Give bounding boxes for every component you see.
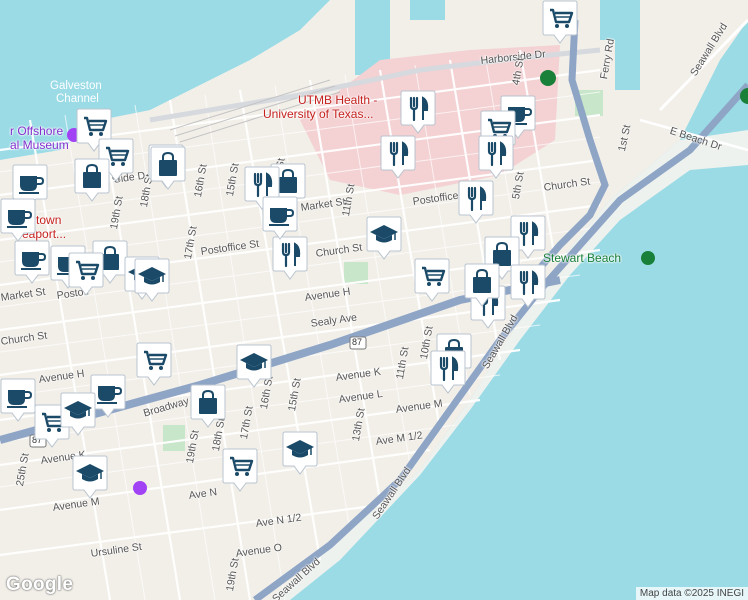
shopping-bag-pin[interactable]: [74, 158, 110, 202]
school-pin[interactable]: [366, 216, 402, 260]
restaurant-pin[interactable]: [478, 135, 514, 179]
coffee-pin[interactable]: [14, 240, 50, 284]
shopping-cart-pin[interactable]: [542, 0, 578, 44]
map-attribution[interactable]: Map data ©2025 INEGI: [635, 587, 748, 600]
school-pin[interactable]: [72, 455, 108, 499]
coffee-pin[interactable]: [0, 378, 36, 422]
restaurant-pin[interactable]: [400, 90, 436, 134]
harbor-slip-2: [410, 0, 445, 20]
park-marker-north: [540, 70, 556, 86]
school-pin[interactable]: [282, 431, 318, 475]
restaurant-pin[interactable]: [380, 135, 416, 179]
coffee-pin[interactable]: [262, 196, 298, 240]
route-shield-1: [349, 336, 367, 350]
school-pin[interactable]: [134, 258, 170, 302]
map-base: [0, 0, 748, 600]
shopping-cart-pin[interactable]: [68, 252, 104, 296]
shopping-cart-pin[interactable]: [414, 258, 450, 302]
park-2: [163, 425, 185, 451]
school-pin[interactable]: [60, 392, 96, 436]
restaurant-pin[interactable]: [458, 180, 494, 224]
shopping-bag-pin[interactable]: [464, 263, 500, 307]
stewart-beach-marker: [641, 251, 655, 265]
shopping-bag-pin[interactable]: [150, 146, 186, 190]
museum-marker-2: [133, 481, 147, 495]
school-pin[interactable]: [236, 344, 272, 388]
restaurant-pin[interactable]: [510, 264, 546, 308]
harbor-east: [600, 0, 640, 90]
map-canvas[interactable]: 87 87 Galveston Channel UTMB Health - Un…: [0, 0, 748, 600]
restaurant-pin[interactable]: [430, 350, 466, 394]
channel-water: [0, 0, 330, 160]
shopping-bag-pin[interactable]: [190, 384, 226, 428]
shopping-cart-pin[interactable]: [222, 448, 258, 492]
shopping-cart-pin[interactable]: [136, 342, 172, 386]
google-logo: Google: [6, 574, 74, 595]
restaurant-pin[interactable]: [272, 236, 308, 280]
coffee-pin[interactable]: [0, 198, 36, 242]
